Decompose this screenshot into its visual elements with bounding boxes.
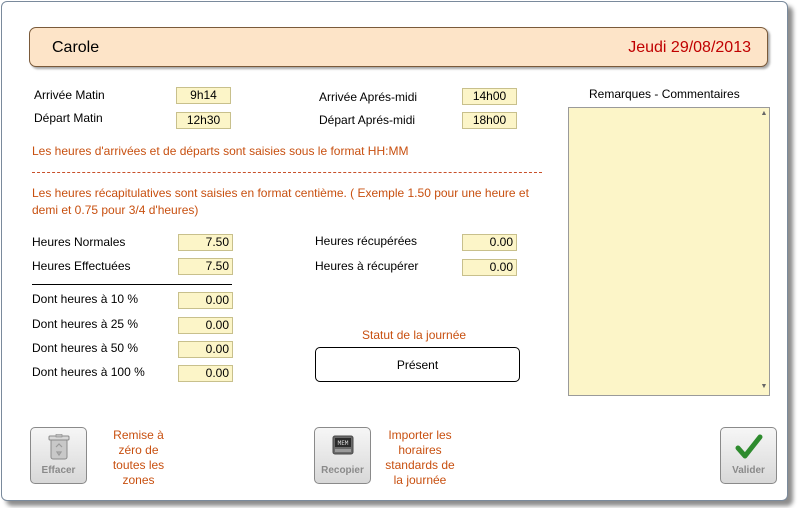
overtime-field-50[interactable]: 0.00	[178, 341, 233, 358]
overtime-field-25[interactable]: 0.00	[178, 317, 233, 334]
heures-a-recuperer-field[interactable]: 0.00	[462, 259, 517, 276]
heures-a-recuperer-label: Heures à récupérer	[315, 259, 419, 273]
header-bar: Carole Jeudi 29/08/2013	[29, 27, 768, 67]
solid-divider	[32, 284, 232, 285]
effacer-label: Effacer	[41, 465, 76, 476]
depart-matin-field[interactable]: 12h30	[176, 112, 231, 129]
recopier-note: Importer les horaires standards de la jo…	[385, 428, 455, 487]
arrivee-matin-label: Arrivée Matin	[34, 88, 105, 102]
memory-icon: MEM	[331, 434, 355, 461]
employee-name: Carole	[52, 39, 100, 56]
valider-label: Valider	[732, 465, 765, 476]
heures-effectuees-label: Heures Effectuées	[32, 259, 131, 273]
overtime-field-100[interactable]: 0.00	[178, 365, 233, 382]
format-centieme-note: Les heures récapitulatives sont saisies …	[32, 186, 529, 217]
arrivee-matin-field[interactable]: 9h14	[176, 87, 231, 104]
depart-am-field[interactable]: 18h00	[462, 112, 517, 129]
recopier-button[interactable]: MEM Recopier	[314, 427, 371, 484]
heures-effectuees-field[interactable]: 7.50	[178, 258, 233, 275]
remarks-title: Remarques - Commentaires	[589, 87, 740, 101]
format-hhmm-note: Les heures d'arrivées et de départs sont…	[32, 144, 409, 158]
heures-normales-field[interactable]: 7.50	[178, 234, 233, 251]
recopier-label: Recopier	[321, 465, 364, 476]
arrivee-am-field[interactable]: 14h00	[462, 88, 517, 105]
statut-title: Statut de la journée	[362, 328, 467, 342]
overtime-label-100: Dont heures à 100 %	[32, 365, 145, 379]
heures-normales-label: Heures Normales	[32, 235, 126, 249]
overtime-label-10: Dont heures à 10 %	[32, 292, 139, 306]
heures-recuperees-label: Heures récupérées	[315, 234, 418, 248]
overtime-label-25: Dont heures à 25 %	[32, 317, 139, 331]
overtime-label-50: Dont heures à 50 %	[32, 341, 139, 355]
heures-recuperees-field[interactable]: 0.00	[462, 234, 517, 251]
remarks-textarea[interactable]	[568, 107, 770, 396]
depart-am-label: Départ Aprés-midi	[319, 113, 416, 127]
statut-button[interactable]: Présent	[315, 347, 520, 382]
checkmark-icon	[735, 434, 763, 463]
effacer-button[interactable]: Effacer	[30, 427, 87, 484]
arrivee-am-label: Arrivée Aprés-midi	[319, 90, 418, 104]
effacer-note: Remise à zéro de toutes les zones	[112, 428, 165, 487]
valider-button[interactable]: Valider	[720, 427, 777, 484]
overtime-field-10[interactable]: 0.00	[178, 292, 233, 309]
trash-icon	[48, 433, 70, 463]
depart-matin-label: Départ Matin	[34, 111, 103, 125]
svg-text:MEM: MEM	[337, 440, 348, 447]
day-entry-window: Carole Jeudi 29/08/2013 Arrivée Matin 9h…	[1, 1, 788, 501]
day-date: Jeudi 29/08/2013	[628, 39, 751, 56]
dashed-divider	[32, 172, 542, 173]
